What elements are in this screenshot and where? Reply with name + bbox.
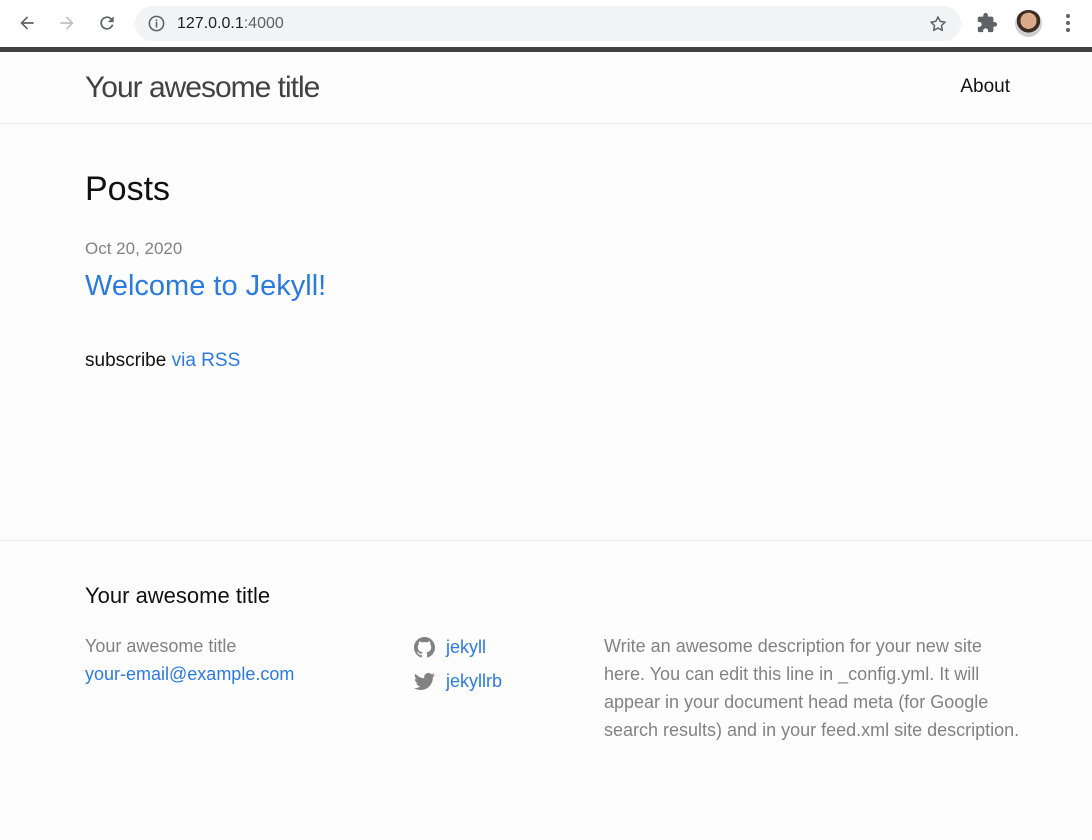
footer-social-list: jekyll jekyllrb — [414, 630, 502, 698]
reload-icon — [100, 16, 114, 30]
twitter-icon — [414, 672, 435, 690]
subscribe-text: subscribe — [85, 350, 167, 371]
url-text[interactable]: 127.0.0.1:4000 — [177, 14, 284, 33]
post-date: Oct 20, 2020 — [85, 239, 183, 258]
footer-description: Write an awesome description for your ne… — [604, 636, 1020, 740]
rss-link[interactable]: via RSS — [172, 350, 241, 371]
social-item-github[interactable]: jekyll — [414, 630, 502, 664]
forward-button[interactable] — [54, 10, 80, 36]
footer-divider — [0, 540, 1092, 541]
browser-toolbar: 127.0.0.1:4000 — [0, 0, 1092, 47]
twitter-link[interactable]: jekyllrb — [446, 667, 502, 695]
info-icon[interactable] — [147, 14, 166, 33]
more-vertical-icon[interactable] — [1060, 12, 1076, 34]
posts-heading: Posts — [85, 170, 171, 208]
profile-avatar[interactable] — [1015, 10, 1042, 37]
footer-email-link[interactable]: your-email@example.com — [85, 660, 294, 688]
post-title-link[interactable]: Welcome to Jekyll! — [85, 268, 326, 304]
url-port: :4000 — [243, 15, 284, 32]
social-item-twitter[interactable]: jekyllrb — [414, 664, 502, 698]
site-header: Your awesome title About — [0, 52, 1092, 124]
github-link[interactable]: jekyll — [446, 633, 486, 661]
reload-button[interactable] — [94, 10, 120, 36]
nav-link-about[interactable]: About — [960, 75, 1010, 99]
bookmark-star-icon[interactable] — [928, 14, 948, 34]
site-title-link[interactable]: Your awesome title — [85, 69, 320, 107]
footer-site-name: Your awesome title — [85, 636, 237, 656]
footer-contact: Your awesome title your-email@example.co… — [85, 632, 294, 688]
extensions-puzzle-icon[interactable] — [976, 12, 998, 34]
arrow-right-icon — [60, 16, 74, 30]
url-host: 127.0.0.1 — [177, 15, 244, 32]
subscribe-line: subscribe via RSS — [85, 349, 240, 373]
github-icon — [414, 636, 435, 657]
arrow-left-icon — [20, 16, 34, 30]
back-button[interactable] — [14, 10, 40, 36]
footer-heading: Your awesome title — [85, 583, 271, 608]
address-bar[interactable]: 127.0.0.1:4000 — [135, 6, 961, 41]
